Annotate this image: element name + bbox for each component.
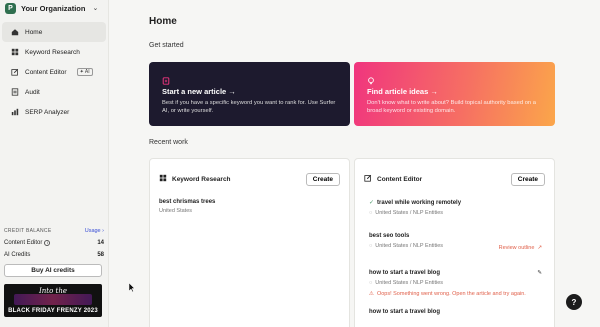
create-keyword-button[interactable]: Create	[305, 172, 340, 186]
content-editor-credits-value: 14	[97, 240, 104, 246]
org-avatar: P	[5, 2, 16, 14]
black-friday-banner[interactable]: Into the BLACK FRIDAY FRENZY 2023	[4, 284, 102, 317]
edit-icon[interactable]: ✎	[537, 270, 542, 276]
sidebar: P Your Organization ⌄ Home Keyword Resea…	[0, 0, 109, 327]
globe-icon: ◌	[369, 210, 373, 216]
keyword-research-panel: Keyword Research Create best chrismas tr…	[149, 158, 350, 327]
lightbulb-icon	[367, 72, 375, 85]
keyword-panel-title: Keyword Research	[172, 175, 231, 183]
promo-art	[14, 294, 92, 305]
list-item[interactable]: ✓ travel while working remotely ◌ United S…	[355, 199, 554, 217]
recent-work-heading: Recent work	[149, 139, 188, 146]
content-editor-credits: Content Editor i 14	[4, 240, 104, 246]
grid-icon	[159, 174, 167, 184]
external-link-icon: ↗	[537, 245, 542, 251]
keyword-location: United States	[159, 208, 193, 214]
sidebar-nav: Home Keyword Research Content Editor ✦ A…	[0, 22, 108, 122]
check-icon: ✓	[369, 200, 375, 206]
ai-credits-value: 58	[97, 252, 104, 258]
sidebar-item-label: Audit	[25, 88, 40, 96]
start-article-desc: Best if you have a specific keyword you …	[162, 100, 336, 114]
sidebar-item-content-editor[interactable]: Content Editor ✦ AI	[2, 62, 106, 82]
ai-credits-label: AI Credits	[4, 252, 31, 258]
list-item[interactable]: how to start a travel blog ◌ United State…	[355, 270, 554, 297]
grid-icon	[11, 48, 19, 56]
sidebar-item-serp-analyzer[interactable]: SERP Analyzer	[2, 102, 106, 122]
globe-icon: ◌	[369, 280, 373, 286]
ai-credits: AI Credits 58	[4, 252, 104, 258]
main-content: Home Get started Start a new article → B…	[109, 0, 600, 327]
usage-link[interactable]: Usage ›	[85, 228, 104, 234]
home-icon	[11, 28, 19, 36]
sidebar-item-label: SERP Analyzer	[25, 108, 70, 116]
sidebar-item-keyword-research[interactable]: Keyword Research	[2, 42, 106, 62]
document-icon	[162, 72, 170, 85]
sidebar-item-label: Home	[25, 28, 43, 36]
edit-icon	[11, 68, 19, 76]
start-article-card[interactable]: Start a new article → Best if you have a…	[149, 62, 350, 126]
sidebar-item-audit[interactable]: Audit	[2, 82, 106, 102]
help-button[interactable]: ?	[566, 294, 582, 310]
globe-icon: ◌	[369, 243, 373, 249]
org-switcher[interactable]: P Your Organization ⌄	[0, 0, 108, 16]
list-item[interactable]: best seo tools ◌ United States / NLP Enti…	[355, 233, 554, 251]
promo-bottom-text: BLACK FRIDAY FRENZY 2023	[8, 308, 98, 314]
sidebar-item-label: Content Editor	[25, 68, 67, 76]
credit-balance: CREDIT BALANCE Usage › Content Editor i 1…	[4, 228, 104, 317]
get-started-heading: Get started	[149, 42, 184, 49]
audit-icon	[11, 88, 19, 96]
page-title: Home	[149, 16, 177, 27]
info-icon[interactable]: i	[44, 240, 51, 246]
mouse-cursor	[129, 283, 135, 292]
chevron-down-icon: ⌄	[92, 5, 99, 12]
ai-badge: ✦ AI	[76, 68, 93, 76]
bar-chart-icon	[11, 108, 19, 116]
credit-balance-heading: CREDIT BALANCE	[4, 228, 52, 234]
find-ideas-title: Find article ideas →	[367, 87, 438, 96]
keyword-title: best chrismas trees	[159, 199, 216, 205]
editor-panel-title: Content Editor	[377, 175, 423, 183]
sidebar-item-home[interactable]: Home	[2, 22, 106, 42]
content-editor-panel: Content Editor Create ✓ travel while work…	[354, 158, 555, 327]
edit-icon	[364, 174, 372, 184]
list-item[interactable]: best chrismas trees United States	[150, 199, 349, 214]
error-message: ⚠ Oops! Something went wrong. Open the ar…	[369, 291, 526, 297]
list-item[interactable]: how to start a travel blog	[355, 309, 554, 315]
start-article-title: Start a new article →	[162, 87, 236, 96]
buy-ai-credits-button[interactable]: Buy AI credits	[4, 264, 102, 277]
content-editor-credits-label: Content Editor	[4, 240, 43, 246]
org-name: Your Organization	[21, 3, 86, 13]
review-outline-link[interactable]: Review outline ↗	[499, 245, 542, 251]
find-ideas-card[interactable]: Find article ideas → Don't know what to …	[354, 62, 555, 126]
create-content-button[interactable]: Create	[510, 172, 545, 186]
warning-icon: ⚠	[369, 291, 374, 297]
find-ideas-desc: Don't know what to write about? Build to…	[367, 100, 536, 114]
sidebar-item-label: Keyword Research	[25, 48, 80, 56]
